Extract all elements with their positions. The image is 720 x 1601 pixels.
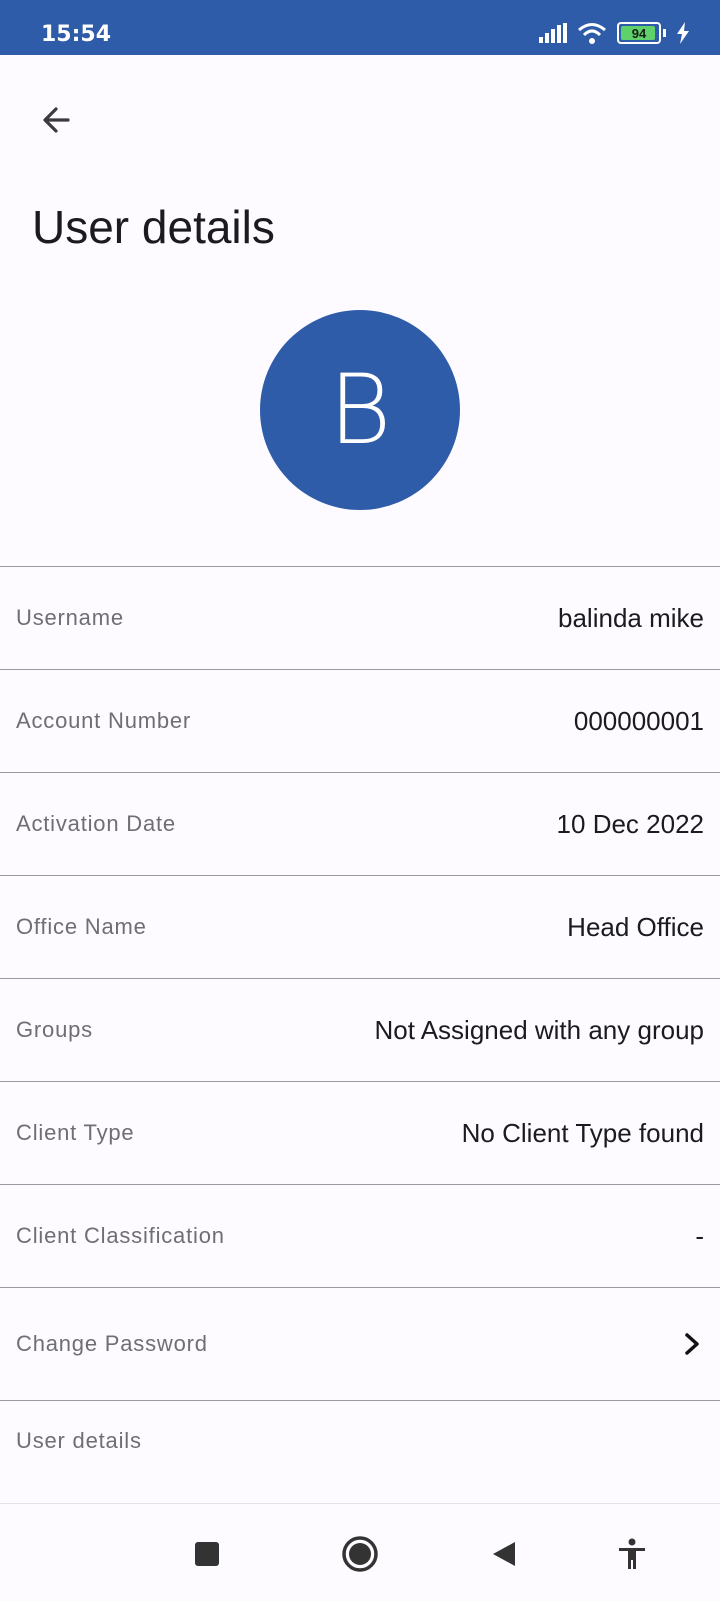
home-icon <box>342 1536 378 1572</box>
system-back-button[interactable] <box>482 1532 526 1576</box>
home-button[interactable] <box>338 1532 382 1576</box>
chevron-right-icon <box>685 1333 699 1355</box>
battery-level: 94 <box>631 25 647 41</box>
status-icons: 94 <box>539 22 690 44</box>
detail-row-client-type: Client Type No Client Type found <box>0 1081 720 1184</box>
detail-row-groups: Groups Not Assigned with any group <box>0 978 720 1081</box>
detail-row-username: Username balinda mike <box>0 566 720 669</box>
detail-label: Groups <box>16 1017 93 1042</box>
detail-value: Head Office <box>567 911 704 942</box>
detail-value: 000000001 <box>573 705 704 736</box>
signal-icon <box>539 23 567 43</box>
accessibility-button[interactable] <box>610 1532 654 1576</box>
change-password-label: Change Password <box>16 1331 208 1356</box>
page-title: User details <box>32 201 275 253</box>
avatar: B <box>260 310 460 510</box>
detail-label: Client Classification <box>16 1223 225 1248</box>
detail-row-activation-date: Activation Date 10 Dec 2022 <box>0 772 720 875</box>
wifi-icon <box>578 23 606 44</box>
detail-label: Office Name <box>16 914 147 939</box>
details-list: Username balinda mike Account Number 000… <box>0 566 720 1480</box>
arrow-left-icon <box>43 107 70 133</box>
system-nav-bar <box>0 1503 720 1601</box>
battery-icon: 94 <box>617 22 661 44</box>
detail-value: No Client Type found <box>461 1117 704 1148</box>
detail-label: Activation Date <box>16 811 176 836</box>
recents-icon <box>195 1542 219 1566</box>
detail-value: balinda mike <box>558 602 704 633</box>
detail-label: Username <box>16 605 124 630</box>
detail-value: 10 Dec 2022 <box>556 808 704 839</box>
back-button[interactable] <box>26 90 86 150</box>
detail-value: Not Assigned with any group <box>374 1014 704 1045</box>
status-time: 15:54 <box>41 22 112 47</box>
detail-label: Client Type <box>16 1120 135 1145</box>
status-bar: 15:54 94 <box>0 0 720 55</box>
back-triangle-icon <box>493 1542 515 1566</box>
change-password-button[interactable]: Change Password <box>0 1287 720 1400</box>
detail-row-client-classification: Client Classification - <box>0 1184 720 1287</box>
detail-row-office-name: Office Name Head Office <box>0 875 720 978</box>
detail-value: - <box>695 1220 704 1251</box>
detail-row-account-number: Account Number 000000001 <box>0 669 720 772</box>
recents-button[interactable] <box>185 1532 229 1576</box>
accessibility-icon <box>619 1538 645 1569</box>
detail-label: Account Number <box>16 708 192 733</box>
section-label: User details <box>16 1427 142 1453</box>
section-header-user-details: User details <box>0 1400 720 1480</box>
charging-icon <box>677 22 689 44</box>
